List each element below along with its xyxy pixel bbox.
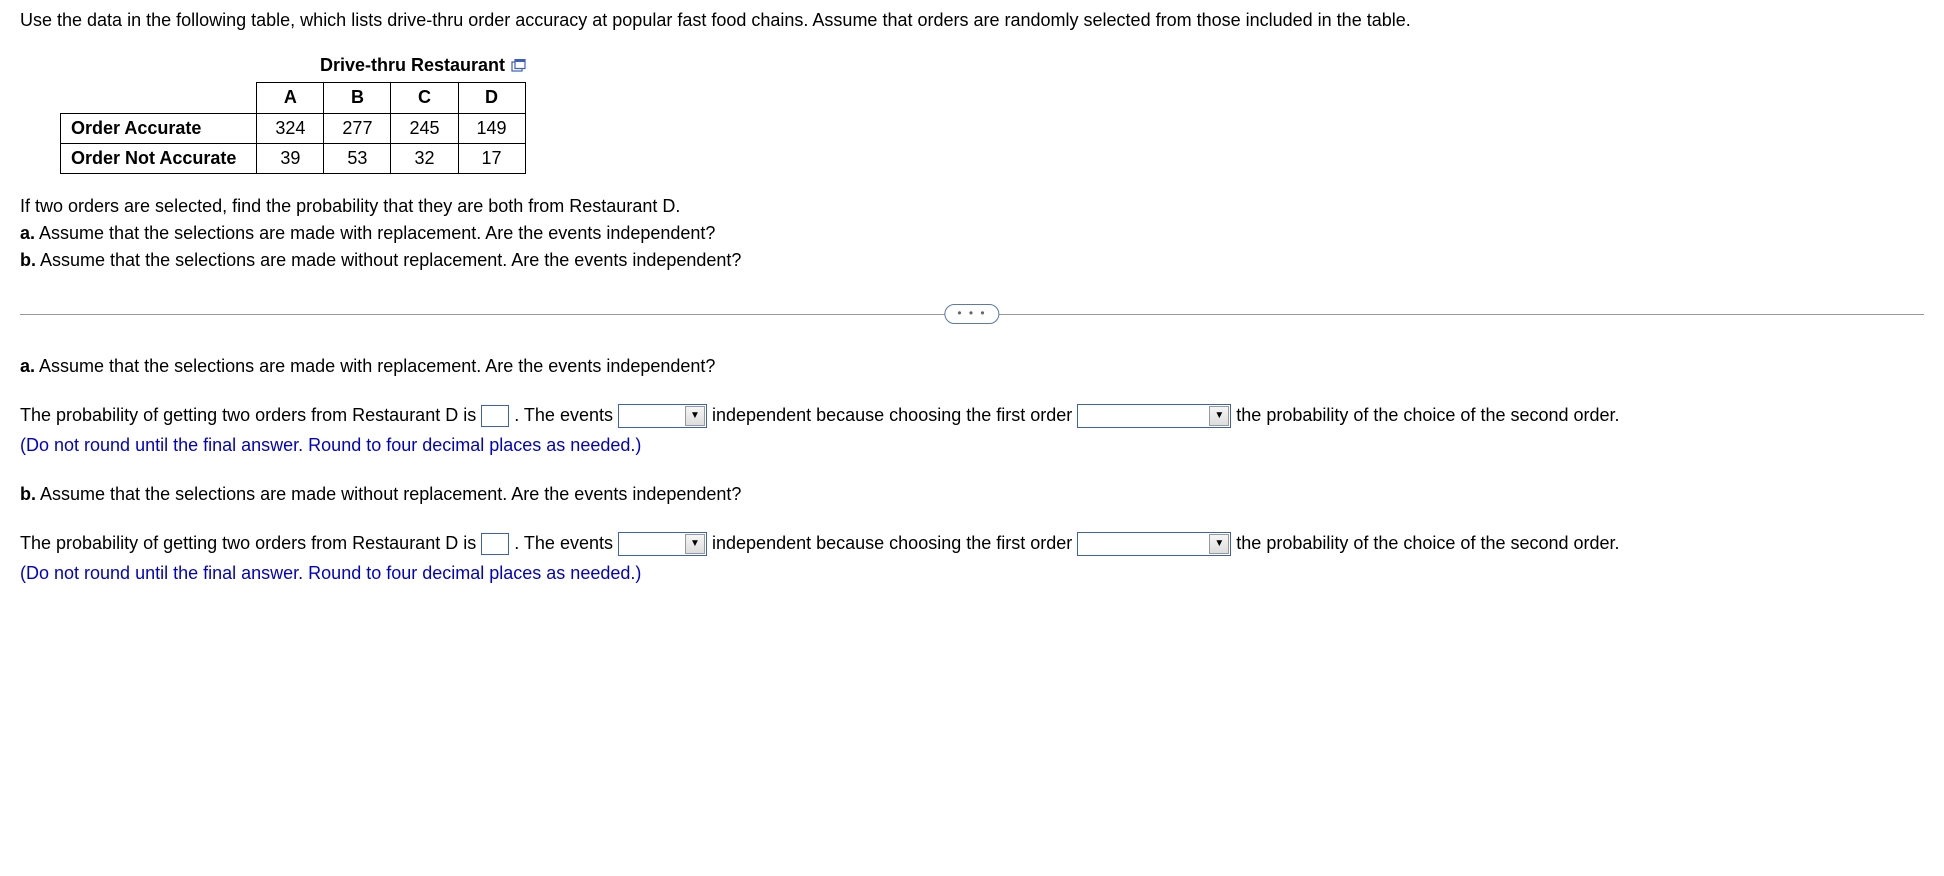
dropdown-value	[1078, 533, 1208, 555]
answer-a-label: a.	[20, 356, 35, 376]
probability-input-b[interactable]	[481, 533, 509, 555]
cell: 17	[458, 143, 525, 173]
answer-b-sentence: The probability of getting two orders fr…	[20, 525, 1924, 561]
text: . The events	[514, 533, 613, 553]
row-label: Order Accurate	[61, 113, 257, 143]
question-main: If two orders are selected, find the pro…	[20, 194, 1924, 219]
dropdown-value	[619, 405, 684, 427]
answer-b-prompt: b. Assume that the selections are made w…	[20, 482, 1924, 507]
question-a: a. Assume that the selections are made w…	[20, 221, 1924, 246]
text: the probability of the choice of the sec…	[1236, 533, 1619, 553]
answer-a-prompt: a. Assume that the selections are made w…	[20, 354, 1924, 379]
cell: 53	[324, 143, 391, 173]
data-table: A B C D Order Accurate 324 277 245 149 O…	[60, 82, 526, 174]
table-header-row: A B C D	[61, 83, 526, 113]
table-row: Order Not Accurate 39 53 32 17	[61, 143, 526, 173]
dropdown-value	[619, 533, 684, 555]
popup-icon[interactable]	[511, 59, 527, 73]
cell: 149	[458, 113, 525, 143]
table-corner	[61, 83, 257, 113]
question-a-label: a.	[20, 223, 35, 243]
text: independent because choosing the first o…	[712, 405, 1072, 425]
chevron-down-icon: ▼	[685, 406, 705, 426]
chevron-down-icon: ▼	[1209, 406, 1229, 426]
table-title-row: Drive-thru Restaurant	[20, 53, 1924, 78]
answer-section-a: a. Assume that the selections are made w…	[20, 354, 1924, 458]
col-header-a: A	[257, 83, 324, 113]
question-block: If two orders are selected, find the pro…	[20, 194, 1924, 274]
answer-b-prompt-text: Assume that the selections are made with…	[40, 484, 741, 504]
hint-a: (Do not round until the final answer. Ro…	[20, 433, 1924, 458]
data-table-section: Drive-thru Restaurant A B C D Order Accu…	[20, 53, 1924, 174]
col-header-b: B	[324, 83, 391, 113]
cell: 277	[324, 113, 391, 143]
cell: 32	[391, 143, 458, 173]
answer-a-sentence: The probability of getting two orders fr…	[20, 397, 1924, 433]
answer-section-b: b. Assume that the selections are made w…	[20, 482, 1924, 586]
probability-input-a[interactable]	[481, 405, 509, 427]
cell: 324	[257, 113, 324, 143]
table-title: Drive-thru Restaurant	[320, 53, 505, 78]
question-b: b. Assume that the selections are made w…	[20, 248, 1924, 273]
question-b-label: b.	[20, 250, 36, 270]
independence-dropdown-a[interactable]: ▼	[618, 404, 707, 428]
cell: 245	[391, 113, 458, 143]
section-divider: • • •	[20, 304, 1924, 324]
problem-intro: Use the data in the following table, whi…	[20, 8, 1924, 33]
text: The probability of getting two orders fr…	[20, 405, 476, 425]
text: The probability of getting two orders fr…	[20, 533, 476, 553]
hint-b: (Do not round until the final answer. Ro…	[20, 561, 1924, 586]
text: . The events	[514, 405, 613, 425]
col-header-c: C	[391, 83, 458, 113]
table-row: Order Accurate 324 277 245 149	[61, 113, 526, 143]
text: independent because choosing the first o…	[712, 533, 1072, 553]
divider-expand-button[interactable]: • • •	[944, 304, 999, 324]
dropdown-value	[1078, 405, 1208, 427]
question-a-text: Assume that the selections are made with…	[39, 223, 715, 243]
question-b-text: Assume that the selections are made with…	[40, 250, 741, 270]
affect-dropdown-a[interactable]: ▼	[1077, 404, 1231, 428]
chevron-down-icon: ▼	[685, 534, 705, 554]
affect-dropdown-b[interactable]: ▼	[1077, 532, 1231, 556]
answer-a-prompt-text: Assume that the selections are made with…	[39, 356, 715, 376]
text: the probability of the choice of the sec…	[1236, 405, 1619, 425]
cell: 39	[257, 143, 324, 173]
col-header-d: D	[458, 83, 525, 113]
answer-b-label: b.	[20, 484, 36, 504]
row-label: Order Not Accurate	[61, 143, 257, 173]
independence-dropdown-b[interactable]: ▼	[618, 532, 707, 556]
chevron-down-icon: ▼	[1209, 534, 1229, 554]
